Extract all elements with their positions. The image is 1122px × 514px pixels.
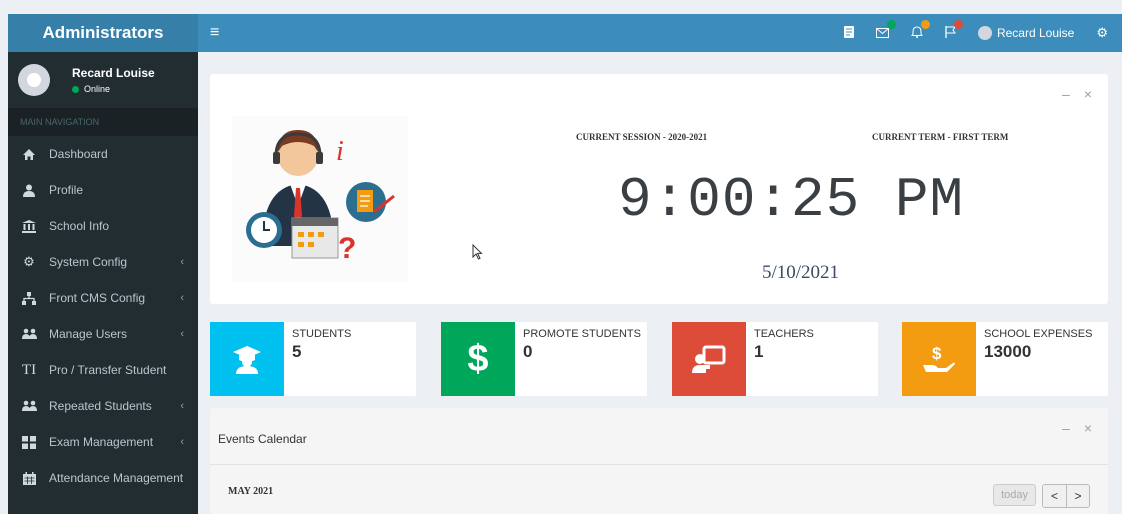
user-menu-name: Recard Louise [996, 26, 1075, 40]
chevron-left-icon: ‹ [180, 328, 184, 340]
minimize-icon[interactable]: – [1062, 420, 1070, 436]
user-panel: Recard Louise Online [8, 52, 198, 108]
stat-promote-students[interactable]: $ PROMOTE STUDENTS 0 [441, 322, 647, 396]
graduate-icon [210, 322, 284, 396]
dollar-icon: $ [441, 322, 515, 396]
sidebar-item-label: Attendance Management [49, 471, 184, 485]
sitemap-icon [21, 291, 37, 305]
avatar [18, 64, 50, 96]
stat-school-expenses[interactable]: $ SCHOOL EXPENSES 13000 [902, 322, 1108, 396]
stat-label: STUDENTS [292, 328, 352, 340]
divider [210, 464, 1108, 465]
sidebar-item-label: Repeated Students [49, 399, 152, 413]
svg-text:$: $ [932, 344, 942, 363]
stat-value: 13000 [984, 342, 1032, 361]
stat-students[interactable]: STUDENTS 5 [210, 322, 416, 396]
sidebar-item-label: Pro / Transfer Student [49, 363, 167, 377]
sidebar-item-dashboard[interactable]: Dashboard [8, 136, 198, 172]
document-icon[interactable] [843, 25, 854, 41]
user-menu[interactable]: Recard Louise [977, 26, 1075, 40]
clock-panel: – × i ? CURRENT SESSION - 2020-2021 CURR… [210, 74, 1108, 304]
calendar-month: MAY 2021 [228, 486, 274, 497]
th-large-icon [21, 435, 37, 449]
close-icon[interactable]: × [1084, 420, 1092, 436]
cogs-icon: ⚙ [23, 254, 35, 269]
bell-icon[interactable] [911, 19, 930, 41]
sidebar-item-label: Dashboard [49, 147, 108, 161]
hand-holding-dollar-icon: $ [902, 322, 976, 396]
sidebar-item-label: Exam Management [49, 435, 154, 449]
svg-text:?: ? [338, 232, 356, 265]
administrator-illustration: i ? [232, 116, 408, 282]
stat-label: TEACHERS [754, 328, 814, 340]
calendar-nav: < > [1042, 484, 1090, 508]
svg-text:i: i [336, 136, 344, 167]
chevron-left-icon: ‹ [180, 400, 184, 412]
stat-teachers[interactable]: TEACHERS 1 [672, 322, 878, 396]
nav-header: MAIN NAVIGATION [8, 108, 198, 136]
stat-label: PROMOTE STUDENTS [523, 328, 641, 340]
chalkboard-teacher-icon [672, 322, 746, 396]
sidebar-item-pro-transfer-student[interactable]: TI Pro / Transfer Student [8, 352, 198, 388]
sidebar-item-repeated-students[interactable]: Repeated Students ‹ [8, 388, 198, 424]
current-date: 5/10/2021 [762, 262, 840, 283]
text-height-icon: TI [21, 361, 37, 378]
hamburger-icon[interactable]: ≡ [210, 24, 219, 42]
stat-value: 1 [754, 342, 764, 361]
user-name: Recard Louise [72, 66, 155, 80]
messages-badge [886, 19, 896, 29]
events-calendar-panel: – × Events Calendar MAY 2021 today < > [210, 408, 1108, 514]
panel-title: Events Calendar [218, 432, 307, 446]
users-icon [21, 400, 37, 412]
sidebar-item-system-config[interactable]: ⚙ System Config ‹ [8, 244, 198, 280]
sidebar-item-label: Profile [49, 183, 84, 197]
sidebar: Administrators Recard Louise Online MAIN… [8, 14, 198, 514]
sidebar-item-attendance-management[interactable]: Attendance Management [8, 460, 198, 496]
main-content: – × i ? CURRENT SESSION - 2020-2021 CURR… [198, 52, 1122, 514]
current-term: CURRENT TERM - FIRST TERM [872, 132, 1009, 142]
home-icon [21, 148, 37, 161]
sidebar-item-exam-management[interactable]: Exam Management ‹ [8, 424, 198, 460]
chevron-left-icon: ‹ [180, 256, 184, 268]
user-status: Online [72, 84, 155, 94]
admin-dashboard: Administrators Recard Louise Online MAIN… [0, 0, 1122, 514]
digital-clock: 9:00:25 PM [618, 168, 965, 232]
avatar [977, 26, 992, 40]
tasks-badge [953, 19, 963, 29]
top-navbar: ≡ Recard Louise ⚙ [198, 14, 1122, 52]
users-icon [21, 328, 37, 340]
notifications-badge [920, 19, 930, 29]
sidebar-item-label: System Config [49, 255, 128, 269]
flag-icon[interactable] [945, 19, 963, 41]
mouse-pointer-icon [472, 243, 483, 263]
sidebar-item-label: School Info [49, 219, 110, 233]
chevron-left-icon: ‹ [180, 436, 184, 448]
online-dot-icon [72, 85, 79, 93]
stat-label: SCHOOL EXPENSES [984, 328, 1093, 340]
sidebar-item-label: Manage Users [49, 327, 128, 341]
user-status-label: Online [84, 84, 111, 94]
chevron-left-icon: ‹ [180, 292, 184, 304]
today-button[interactable]: today [993, 484, 1036, 506]
close-icon[interactable]: × [1084, 86, 1092, 102]
stat-value: 0 [523, 342, 533, 361]
calendar-icon [21, 471, 37, 485]
current-session: CURRENT SESSION - 2020-2021 [576, 132, 708, 142]
sidebar-item-profile[interactable]: Profile [8, 172, 198, 208]
envelope-icon[interactable] [875, 19, 896, 41]
user-icon [21, 184, 37, 197]
sidebar-item-label: Front CMS Config [49, 291, 146, 305]
bank-icon [21, 219, 37, 233]
brand-logo[interactable]: Administrators [8, 14, 198, 52]
cogs-icon[interactable]: ⚙ [1096, 25, 1108, 41]
prev-month-button[interactable]: < [1043, 485, 1066, 507]
minimize-icon[interactable]: – [1062, 86, 1070, 102]
stat-value: 5 [292, 342, 302, 361]
next-month-button[interactable]: > [1066, 485, 1089, 507]
sidebar-item-school-info[interactable]: School Info [8, 208, 198, 244]
sidebar-item-manage-users[interactable]: Manage Users ‹ [8, 316, 198, 352]
sidebar-item-front-cms-config[interactable]: Front CMS Config ‹ [8, 280, 198, 316]
